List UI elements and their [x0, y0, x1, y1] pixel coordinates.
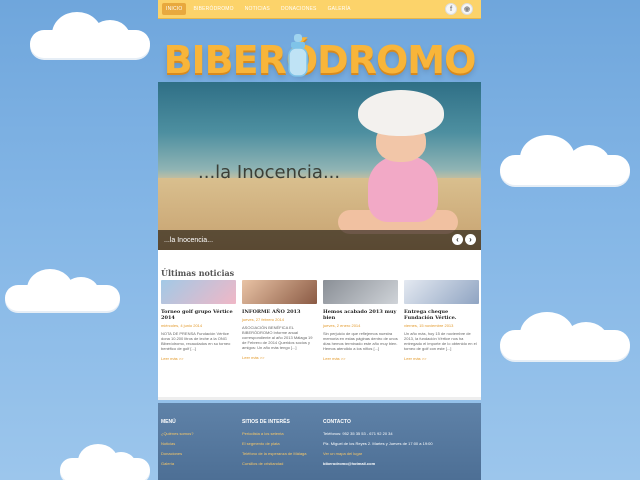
- footer-link[interactable]: Cursillos de cristiandad: [242, 461, 318, 466]
- footer-contact: Contacto Teléfonos: 952 35 35 53 - 671 9…: [323, 419, 473, 471]
- contact-email[interactable]: biberodromo@hotmail.com: [323, 461, 473, 466]
- footer-link[interactable]: ¿Quiénes somos?: [161, 431, 233, 436]
- baby-bottle-icon: [288, 34, 308, 77]
- footer-link[interactable]: Donaciones: [161, 451, 233, 456]
- news-card: Hemos acabado 2013 muy bien jueves, 2 en…: [323, 280, 398, 361]
- news-date: jueves, 27 febrero 2014: [242, 317, 285, 322]
- news-section: Últimas noticias Torneo golf grupo Vérti…: [158, 250, 481, 400]
- top-navigation: Inicio Biberódromo Noticias Donaciones G…: [158, 0, 481, 19]
- news-section-title: Últimas noticias: [161, 268, 235, 278]
- footer-sites-title: Sitios de interés: [242, 419, 290, 425]
- news-excerpt: NOTA DE PRENSA Fundación Vértice dona 10…: [161, 331, 231, 351]
- map-link[interactable]: Ver un mapa del lugar: [323, 451, 473, 456]
- news-excerpt: Un año más, hoy 15 de noviembre de 2013,…: [404, 331, 477, 351]
- news-thumbnail[interactable]: [323, 280, 398, 304]
- footer-menu: Menú ¿Quiénes somos? Noticias Donaciones…: [161, 419, 233, 471]
- news-excerpt: ASOCIACIÓN BENÉFICA EL BIBERÓDROMO Infor…: [242, 325, 313, 350]
- read-more-link[interactable]: Leer más >>: [161, 356, 236, 361]
- footer-link[interactable]: Galería: [161, 461, 233, 466]
- footer-link[interactable]: Periodista a los setenta: [242, 431, 318, 436]
- news-card: INFORME AÑO 2013 jueves, 27 febrero 2014…: [242, 280, 317, 361]
- page-container: Inicio Biberódromo Noticias Donaciones G…: [158, 0, 481, 480]
- news-card: Entrega cheque Fundación Vértice. vierne…: [404, 280, 479, 361]
- footer-link[interactable]: El segmento de plata: [242, 441, 318, 446]
- news-thumbnail[interactable]: [242, 280, 317, 304]
- read-more-link[interactable]: Leer más >>: [404, 356, 479, 361]
- nav-item-inicio[interactable]: Inicio: [162, 3, 187, 15]
- news-cards: Torneo golf grupo Vértice 2014 miércoles…: [161, 280, 479, 361]
- news-title[interactable]: Torneo golf grupo Vértice 2014: [161, 309, 236, 321]
- contact-phone: Teléfonos: 952 35 35 53 - 671 92 20 34: [323, 431, 393, 436]
- cloud-decoration: [500, 312, 630, 360]
- footer-sites: Sitios de interés Periodista a los seten…: [242, 419, 318, 471]
- cloud-decoration: [30, 12, 150, 58]
- slider-caption: ...la Inocencia...: [198, 162, 341, 183]
- site-footer: Menú ¿Quiénes somos? Noticias Donaciones…: [158, 403, 481, 480]
- slider-title: ...la Inocencia...: [164, 236, 214, 244]
- nav-item-donaciones[interactable]: Donaciones: [277, 3, 321, 15]
- news-thumbnail[interactable]: [404, 280, 479, 304]
- site-logo[interactable]: BIBERÓDROMO: [158, 38, 481, 82]
- news-excerpt: Sin perjuicio de que reflejemos nuestra …: [323, 331, 398, 351]
- contact-address: Plz. Miguel de los Reyes 2. Martes y Jue…: [323, 441, 433, 446]
- news-date: jueves, 2 enero 2014: [323, 323, 361, 328]
- slider-next-button[interactable]: ›: [465, 234, 476, 245]
- nav-item-galeria[interactable]: Galería: [324, 3, 355, 15]
- news-title[interactable]: INFORME AÑO 2013: [242, 309, 317, 315]
- baby-image-part: [358, 90, 444, 136]
- news-title[interactable]: Hemos acabado 2013 muy bien: [323, 309, 398, 321]
- rss-icon[interactable]: ◉: [461, 3, 473, 15]
- facebook-icon[interactable]: f: [445, 3, 457, 15]
- slider-prev-button[interactable]: ‹: [452, 234, 463, 245]
- nav-item-biberodromo[interactable]: Biberódromo: [189, 3, 237, 15]
- news-date: viernes, 15 noviembre 2013: [404, 323, 454, 328]
- read-more-link[interactable]: Leer más >>: [323, 356, 398, 361]
- social-links: f ◉: [445, 3, 473, 15]
- news-thumbnail[interactable]: [161, 280, 236, 304]
- hero-slider[interactable]: ...la Inocencia... ...la Inocencia... ‹ …: [158, 82, 481, 250]
- cloud-decoration: [500, 135, 630, 185]
- footer-menu-title: Menú: [161, 419, 176, 425]
- baby-image-part: [368, 156, 438, 222]
- nav-item-noticias[interactable]: Noticias: [241, 3, 274, 15]
- cloud-decoration: [5, 269, 120, 311]
- footer-link[interactable]: Teléfono de la esperanza de Málaga: [242, 451, 318, 456]
- news-card: Torneo golf grupo Vértice 2014 miércoles…: [161, 280, 236, 361]
- read-more-link[interactable]: Leer más >>: [242, 355, 317, 360]
- news-title[interactable]: Entrega cheque Fundación Vértice.: [404, 309, 479, 321]
- news-date: miércoles, 4 junio 2014: [161, 323, 203, 328]
- footer-contact-title: Contacto: [323, 419, 351, 425]
- slider-title-bar: ...la Inocencia... ‹ ›: [158, 230, 481, 250]
- footer-link[interactable]: Noticias: [161, 441, 233, 446]
- cloud-decoration: [60, 444, 150, 480]
